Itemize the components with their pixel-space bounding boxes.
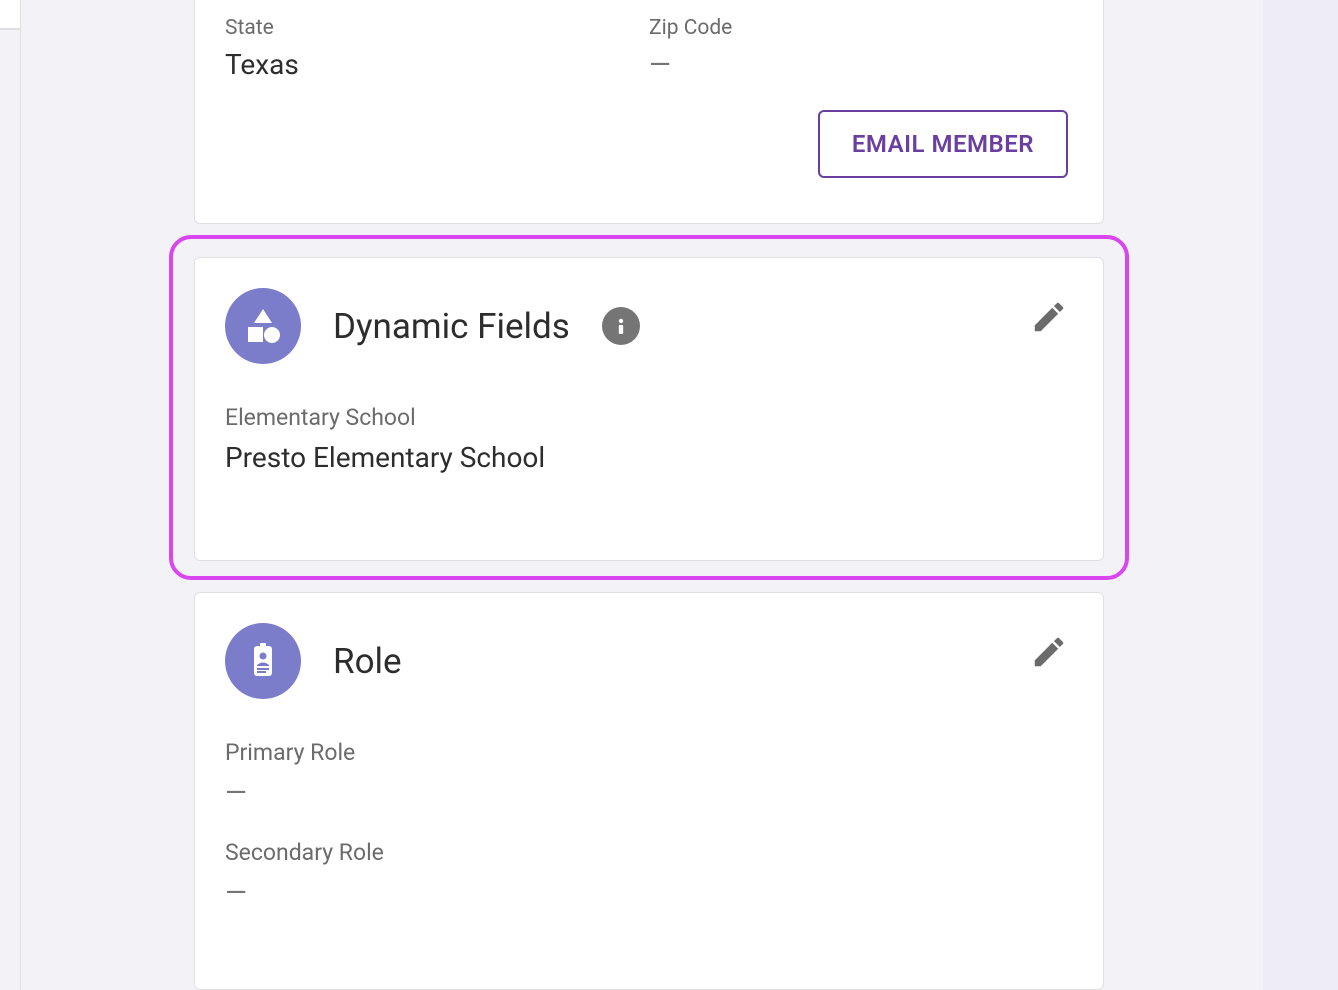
secondary-role-label: Secondary Role [225,839,1073,866]
dynamic-fields-header: Dynamic Fields [195,258,1103,364]
address-field-row: State Texas Zip Code — [195,0,1103,81]
role-header: Role [195,593,1103,699]
badge-icon [225,623,301,699]
edit-dynamic-fields-button[interactable] [1030,298,1068,340]
elementary-school-value: Presto Elementary School [225,441,1073,474]
primary-role-label: Primary Role [225,739,1073,766]
dynamic-fields-card: Dynamic Fields Elementary School Presto … [194,257,1104,561]
secondary-role-value: — [225,876,1073,909]
state-label: State [225,16,649,40]
right-purple-edge [1263,0,1338,990]
main-content-area: State Texas Zip Code — EMAIL MEMBER Dyna… [20,0,1263,990]
elementary-school-label: Elementary School [225,404,1073,431]
info-icon[interactable] [602,307,640,345]
left-white-edge [0,0,20,30]
zip-value: — [649,48,1073,81]
state-value: Texas [225,48,649,81]
edit-role-button[interactable] [1030,633,1068,675]
shapes-icon [225,288,301,364]
email-member-button[interactable]: EMAIL MEMBER [818,110,1068,178]
secondary-role-field: Secondary Role — [225,839,1073,909]
dynamic-fields-body: Elementary School Presto Elementary Scho… [195,364,1103,474]
primary-role-value: — [225,776,1073,809]
elementary-school-field: Elementary School Presto Elementary Scho… [225,404,1073,474]
state-field-group: State Texas [225,16,649,81]
dynamic-fields-title: Dynamic Fields [333,306,570,347]
zip-field-group: Zip Code — [649,16,1073,81]
zip-label: Zip Code [649,16,1073,40]
primary-role-field: Primary Role — [225,739,1073,809]
role-card: Role Primary Role — Secondary Role — [194,592,1104,990]
address-card: State Texas Zip Code — EMAIL MEMBER [194,0,1104,224]
email-button-wrapper: EMAIL MEMBER [818,110,1068,178]
role-body: Primary Role — Secondary Role — [195,699,1103,909]
role-title: Role [333,641,402,682]
